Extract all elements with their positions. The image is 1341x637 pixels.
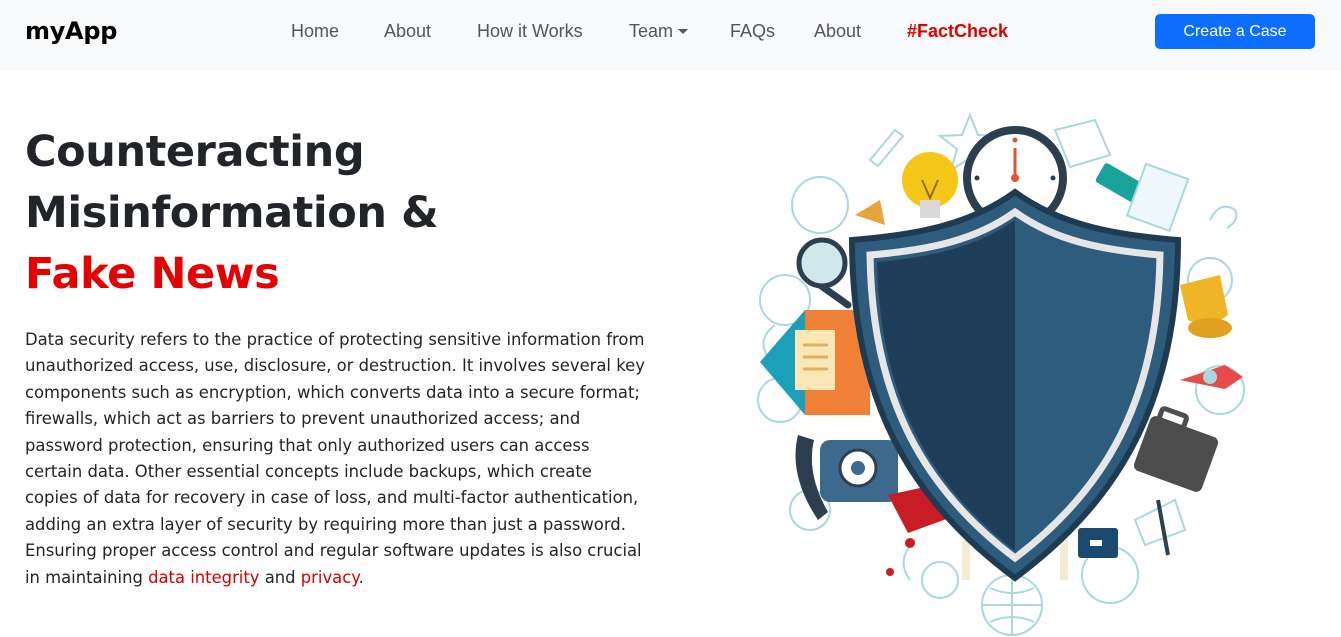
chevron-down-icon: [678, 29, 689, 34]
hero-title: Counteracting Misinformation & Fake News: [25, 122, 665, 305]
data-integrity-link[interactable]: data integrity: [148, 568, 259, 587]
nav-factcheck[interactable]: #FactCheck: [907, 21, 1008, 42]
hero-title-line-2: Misinformation &: [25, 188, 439, 238]
nav-faqs[interactable]: FAQs: [730, 21, 775, 42]
nav-team-dropdown[interactable]: Team: [629, 21, 689, 42]
privacy-link[interactable]: privacy: [301, 568, 359, 587]
description-period: .: [358, 567, 364, 587]
nav-about-secondary[interactable]: About: [814, 21, 861, 42]
cloud-outline-icon: [791, 176, 849, 234]
hero-title-highlight: Fake News: [25, 249, 280, 299]
nav-team-label: Team: [629, 21, 674, 41]
trophy-icon: [1180, 275, 1232, 338]
lamp-icon: [855, 200, 885, 225]
pencil-icon: [1156, 499, 1170, 556]
calendar-icon: [1095, 162, 1190, 233]
create-case-button[interactable]: Create a Case: [1155, 14, 1315, 49]
nav-about[interactable]: About: [384, 21, 431, 42]
description-conjunction: and: [259, 567, 301, 587]
security-shield-illustration: [740, 100, 1280, 637]
hero-description: Data security refers to the practice of …: [25, 327, 645, 591]
magnifier-icon: [796, 237, 852, 309]
description-text: Data security refers to the practice of …: [25, 330, 645, 587]
wallet-icon: [1078, 528, 1118, 558]
lightbulb-icon: [902, 152, 958, 218]
brand-logo[interactable]: myApp: [25, 17, 117, 45]
shield-icon: [848, 188, 1182, 582]
hero-title-line-1: Counteracting: [25, 127, 365, 177]
nav-how-it-works[interactable]: How it Works: [477, 21, 583, 42]
envelope-icon: [760, 310, 870, 415]
top-navbar: myApp Home About How it Works Team FAQs …: [0, 0, 1341, 71]
telephone-icon: [795, 435, 898, 520]
nav-home[interactable]: Home: [291, 21, 339, 42]
